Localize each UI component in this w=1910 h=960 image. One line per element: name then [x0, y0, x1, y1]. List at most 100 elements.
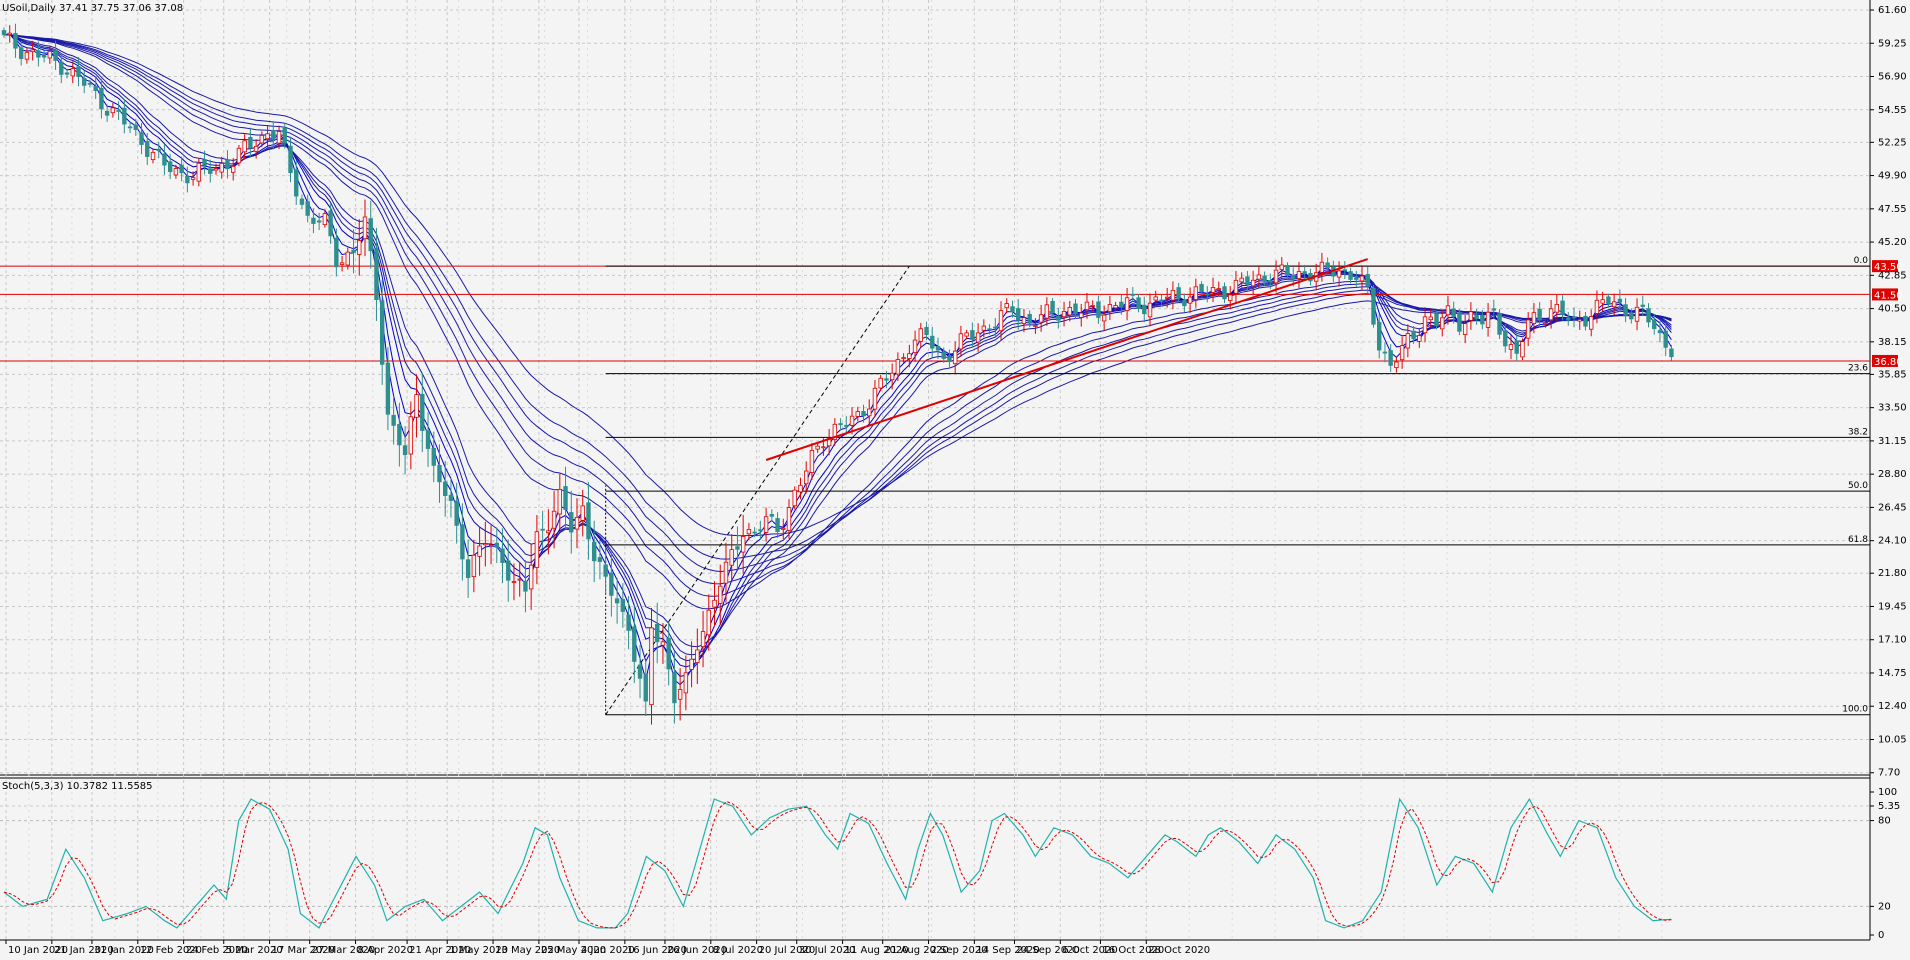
- candle-body: [1388, 350, 1393, 366]
- candle-body: [632, 626, 637, 662]
- candle-body: [248, 136, 253, 149]
- candle-body: [190, 177, 196, 180]
- candle-body: [718, 585, 723, 604]
- candle-body: [1199, 284, 1204, 293]
- candle-body: [1136, 297, 1141, 309]
- y-tick-label: 7.70: [1878, 768, 1900, 779]
- candle-body: [47, 50, 53, 59]
- candle-body: [1543, 322, 1548, 325]
- candle-body: [1440, 317, 1445, 330]
- candle-body: [626, 614, 631, 631]
- candle-body: [179, 164, 184, 174]
- candle-body: [752, 531, 757, 534]
- candle-body: [1485, 311, 1491, 328]
- candle-body: [792, 489, 797, 507]
- candle-body: [1256, 274, 1262, 280]
- candle-body: [173, 168, 179, 176]
- candle-body: [1010, 306, 1015, 313]
- candle-body: [1084, 301, 1090, 310]
- candle-body: [1394, 361, 1399, 369]
- candle-body: [528, 564, 534, 590]
- candle: [1497, 309, 1502, 339]
- candle-body: [1497, 313, 1502, 335]
- y-tick-label: 38.15: [1878, 337, 1907, 348]
- candle-body: [1073, 303, 1078, 315]
- candle-body: [1537, 308, 1542, 321]
- candle-body: [517, 578, 522, 581]
- candle-body: [1462, 323, 1468, 335]
- candle-body: [1634, 306, 1640, 322]
- candle-body: [1548, 308, 1554, 321]
- y-tick-label: 47.55: [1878, 204, 1907, 215]
- candle-body: [299, 198, 305, 205]
- candle-body: [1611, 301, 1617, 308]
- candle-body: [1245, 276, 1250, 285]
- candle-body: [901, 357, 906, 360]
- candle-body: [1273, 269, 1279, 284]
- candle-body: [1652, 319, 1657, 330]
- stoch-y-label: 20: [1878, 901, 1891, 912]
- candle-body: [1359, 275, 1365, 282]
- candle-body: [59, 61, 64, 75]
- stoch-y-label: 0: [1878, 930, 1884, 941]
- x-tick-label: 28 Oct 2020: [1148, 945, 1210, 956]
- fib-level-label: 38.2: [1848, 427, 1868, 437]
- candle-body: [591, 541, 597, 562]
- candle-body: [1044, 304, 1050, 319]
- candle: [1520, 338, 1525, 361]
- candle-body: [225, 159, 230, 170]
- level-price-label: 41.50: [1874, 290, 1903, 301]
- candle-body: [609, 572, 614, 596]
- candle-body: [1090, 305, 1095, 307]
- candle-body: [1302, 271, 1307, 274]
- candle-body: [1606, 296, 1611, 305]
- candle-body: [368, 218, 373, 252]
- candle-body: [763, 516, 769, 533]
- candle-body: [1319, 261, 1325, 273]
- candle-body: [494, 542, 499, 548]
- candle-body: [116, 110, 121, 112]
- candle-body: [288, 145, 293, 174]
- stochastic-label: Stoch(5,3,3) 10.3782 11.5585: [2, 781, 153, 792]
- candle-body: [574, 516, 580, 530]
- fib-level-label: 100.0: [1842, 705, 1868, 715]
- candle-body: [1422, 316, 1428, 334]
- fib-level-label: 23.6: [1848, 364, 1868, 374]
- candle-body: [603, 564, 608, 577]
- candle-body: [1239, 277, 1244, 283]
- candle-body: [1027, 313, 1032, 324]
- candle-body: [1222, 286, 1227, 300]
- y-tick-label: 10.05: [1878, 734, 1907, 745]
- candle-body: [454, 500, 459, 526]
- candle-body: [122, 107, 127, 125]
- candle-body: [677, 689, 683, 700]
- candle-body: [1170, 289, 1176, 301]
- candle-body: [775, 518, 780, 532]
- y-tick-label: 21.80: [1878, 568, 1907, 579]
- candle-body: [672, 672, 677, 704]
- candle-body: [918, 328, 923, 342]
- candle-body: [1067, 307, 1072, 316]
- y-tick-label: 40.50: [1878, 304, 1907, 315]
- candle-body: [1457, 312, 1462, 332]
- candle-body: [99, 87, 104, 110]
- candle-body: [580, 505, 585, 521]
- candle-body: [1210, 287, 1216, 293]
- candle-body: [1669, 348, 1674, 358]
- candle-body: [1560, 300, 1565, 315]
- y-tick-label: 19.45: [1878, 601, 1907, 612]
- candle-body: [912, 339, 918, 353]
- candle-body: [1617, 298, 1623, 303]
- candle-body: [294, 169, 299, 197]
- y-tick-label: 28.80: [1878, 469, 1907, 480]
- candle-body: [637, 664, 643, 679]
- candle-body: [1417, 335, 1422, 342]
- candle-body: [1050, 300, 1055, 314]
- candle-body: [975, 332, 981, 343]
- candle-body: [1096, 301, 1101, 318]
- candle-body: [1164, 296, 1170, 299]
- candle-body: [557, 488, 563, 515]
- candle-body: [139, 132, 144, 145]
- candle-body: [236, 147, 242, 164]
- candle-body: [666, 637, 671, 670]
